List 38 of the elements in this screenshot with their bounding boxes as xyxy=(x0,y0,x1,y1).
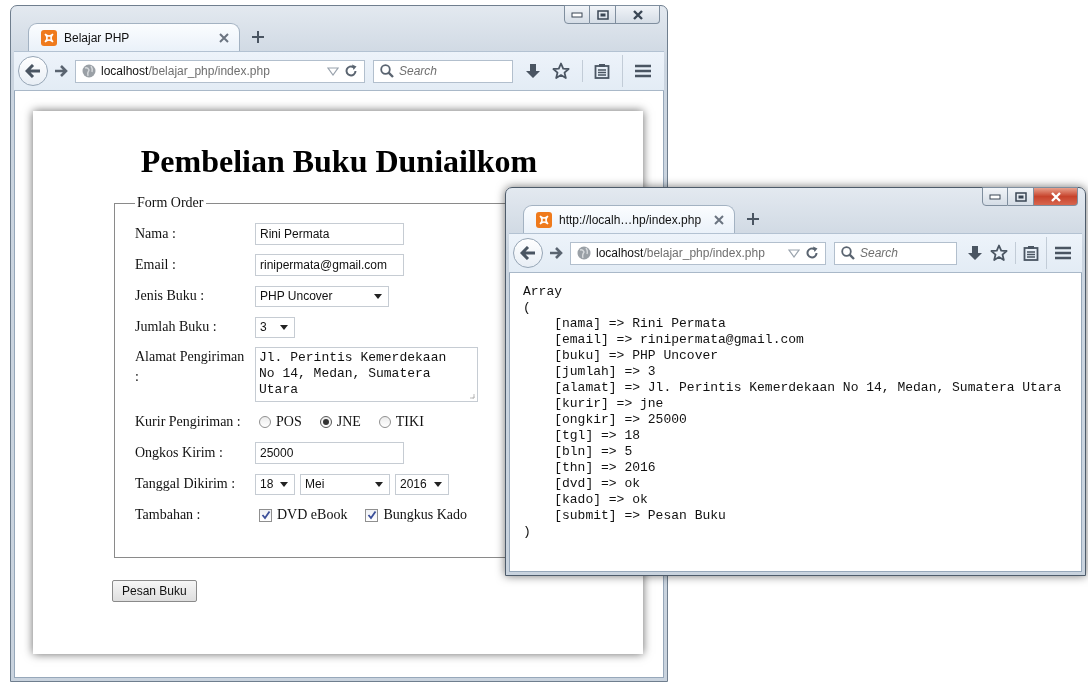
output-line: [tgl] => 18 xyxy=(553,428,642,444)
output-line: [thn] => 2016 xyxy=(553,460,657,476)
field-label: Jumlah Buku : xyxy=(135,318,218,336)
radio-label: TIKI xyxy=(395,414,424,430)
output-line: [kurir] => jne xyxy=(553,396,665,412)
output-line: [nama] => Rini Permata xyxy=(553,316,727,332)
field-label: Kurir Pengiriman : xyxy=(135,413,242,431)
output-line: [email] => rinipermata@gmail.com xyxy=(553,332,805,348)
output-line: [jumlah] => 3 xyxy=(553,364,657,380)
output-line: ( xyxy=(523,300,532,316)
search-placeholder: Search xyxy=(860,246,899,260)
field-label: Jenis Buku : xyxy=(135,287,206,305)
page-heading: Pembelian Buku Duniailkom xyxy=(139,142,539,181)
field-label: Tambahan : xyxy=(135,506,202,524)
output-line: [alamat] => Jl. Perintis Kemerdekaan No 14, Medan, Sumatera Utara xyxy=(553,380,1063,396)
tab-title: http://localh…hp/index.php xyxy=(559,212,703,227)
field-label: Alamat Pengiriman : xyxy=(135,348,246,386)
url-text: localhost/belajar_php/index.php xyxy=(596,246,766,260)
output-line: ) xyxy=(523,524,532,540)
output-line: [kado] => ok xyxy=(553,492,649,508)
checkbox-label: Bungkus Kado xyxy=(383,507,467,523)
search-placeholder: Search xyxy=(399,64,438,78)
checkbox-label: DVD eBook xyxy=(277,507,348,523)
url-text: localhost/belajar_php/index.php xyxy=(101,64,271,78)
radio-label: POS xyxy=(276,414,302,430)
tab-title: Belajar PHP xyxy=(64,30,131,45)
output-line: Array xyxy=(523,284,563,300)
field-label: Email : xyxy=(135,256,177,274)
field-label: Ongkos Kirim : xyxy=(135,444,224,462)
output-line: [submit] => Pesan Buku xyxy=(553,508,727,524)
field-label: Nama : xyxy=(135,225,177,243)
output-line: [bln] => 5 xyxy=(553,444,634,460)
output-line: [ongkir] => 25000 xyxy=(553,412,688,428)
output-line: [buku] => PHP Uncover xyxy=(553,348,720,364)
fieldset-legend: Form Order xyxy=(135,195,206,211)
field-label: Tanggal Dikirim : xyxy=(135,475,237,493)
output-line: [dvd] => ok xyxy=(553,476,642,492)
radio-label: JNE xyxy=(336,414,361,430)
